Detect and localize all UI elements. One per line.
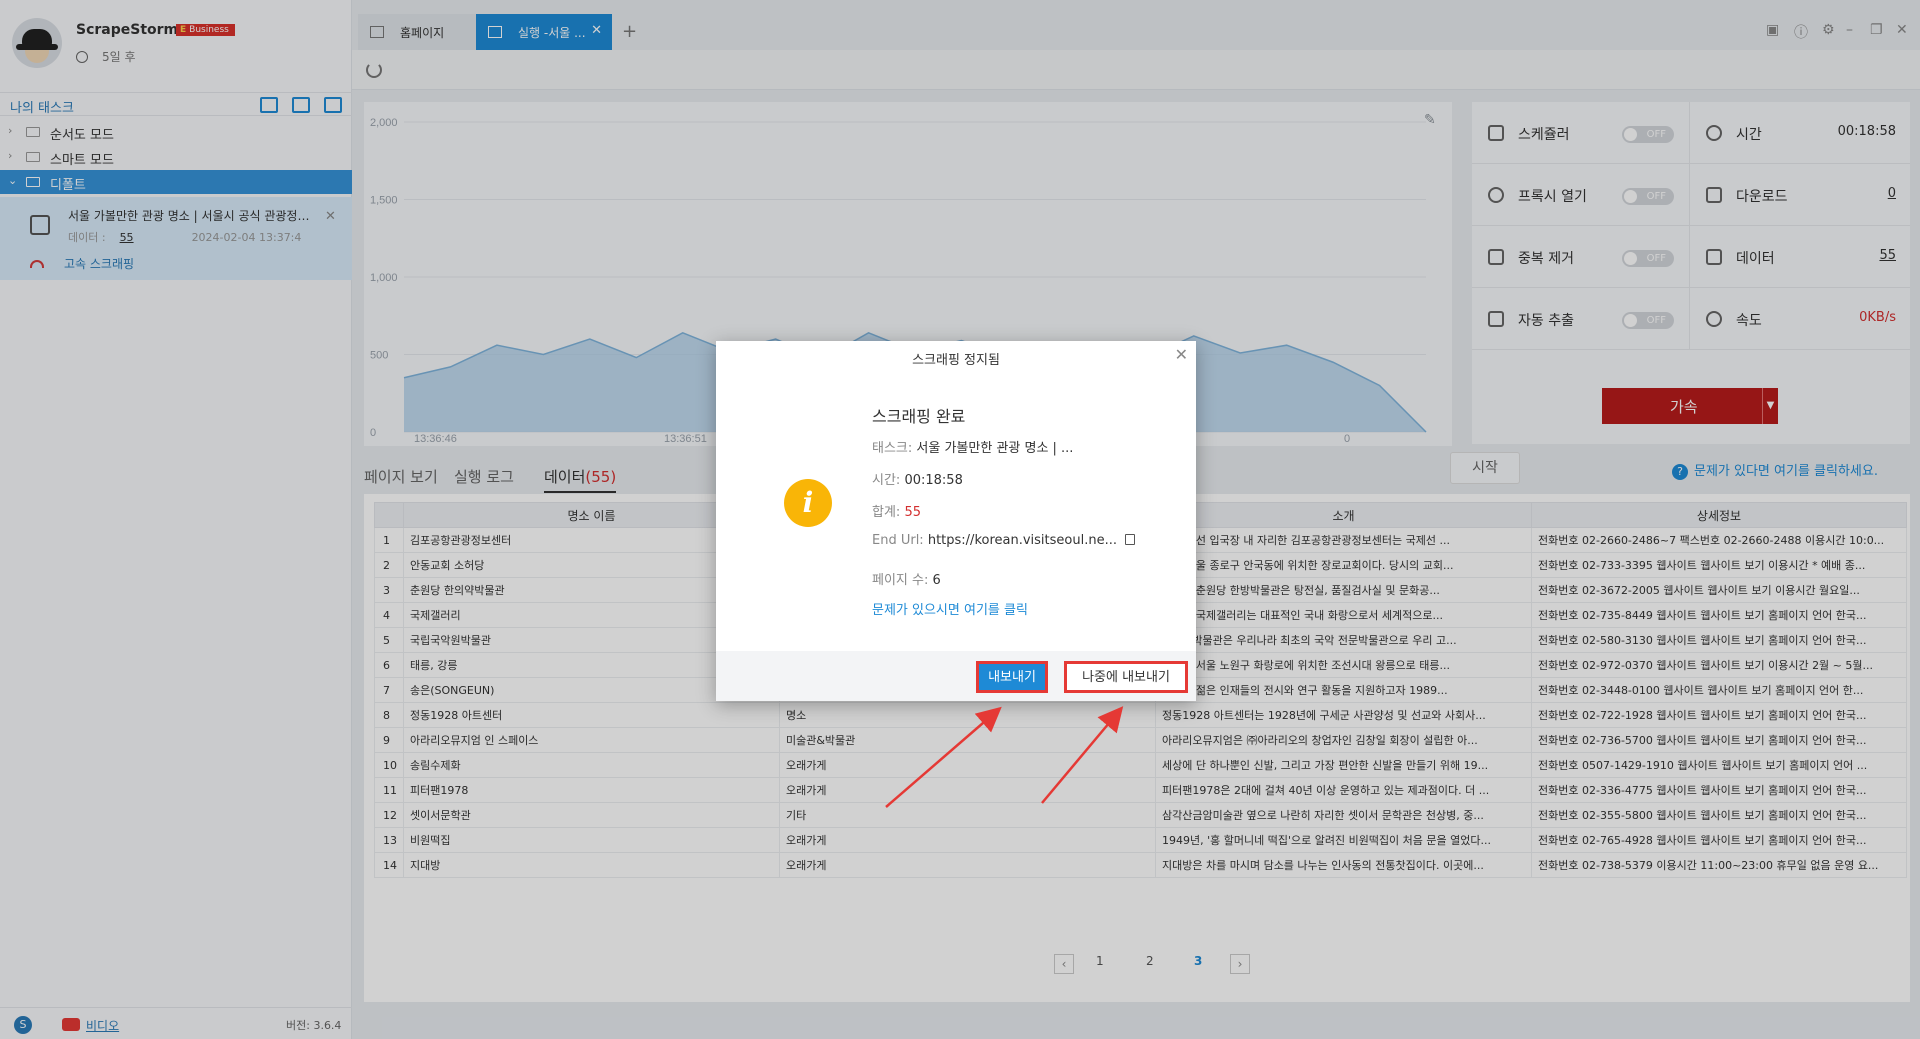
info-icon: i (784, 479, 832, 527)
dialog-title: 스크래핑 정지됨 (912, 353, 1000, 368)
dialog-total-row: 합계: 55 (872, 505, 921, 520)
dialog-heading: 스크래핑 완료 (872, 407, 966, 426)
close-icon[interactable]: ✕ (1175, 345, 1188, 364)
dialog-task-row: 태스크: 서울 가볼만한 관광 명소 | ... (872, 441, 1074, 456)
dialog-url-row: End Url: https://korean.visitseoul.ne... (872, 533, 1135, 548)
export-button[interactable]: 내보내기 (976, 661, 1048, 693)
export-later-button[interactable]: 나중에 내보내기 (1064, 661, 1188, 693)
dialog-footer: 내보내기 나중에 내보내기 (716, 651, 1196, 701)
copy-icon[interactable] (1125, 534, 1135, 545)
scraping-stopped-dialog: 스크래핑 정지됨 ✕ i 스크래핑 완료 태스크: 서울 가볼만한 관광 명소 … (716, 341, 1196, 701)
dialog-time-row: 시간: 00:18:58 (872, 473, 963, 488)
dialog-help-link[interactable]: 문제가 있으시면 여기를 클릭 (872, 599, 1028, 618)
dialog-pages-row: 페이지 수: 6 (872, 573, 941, 588)
